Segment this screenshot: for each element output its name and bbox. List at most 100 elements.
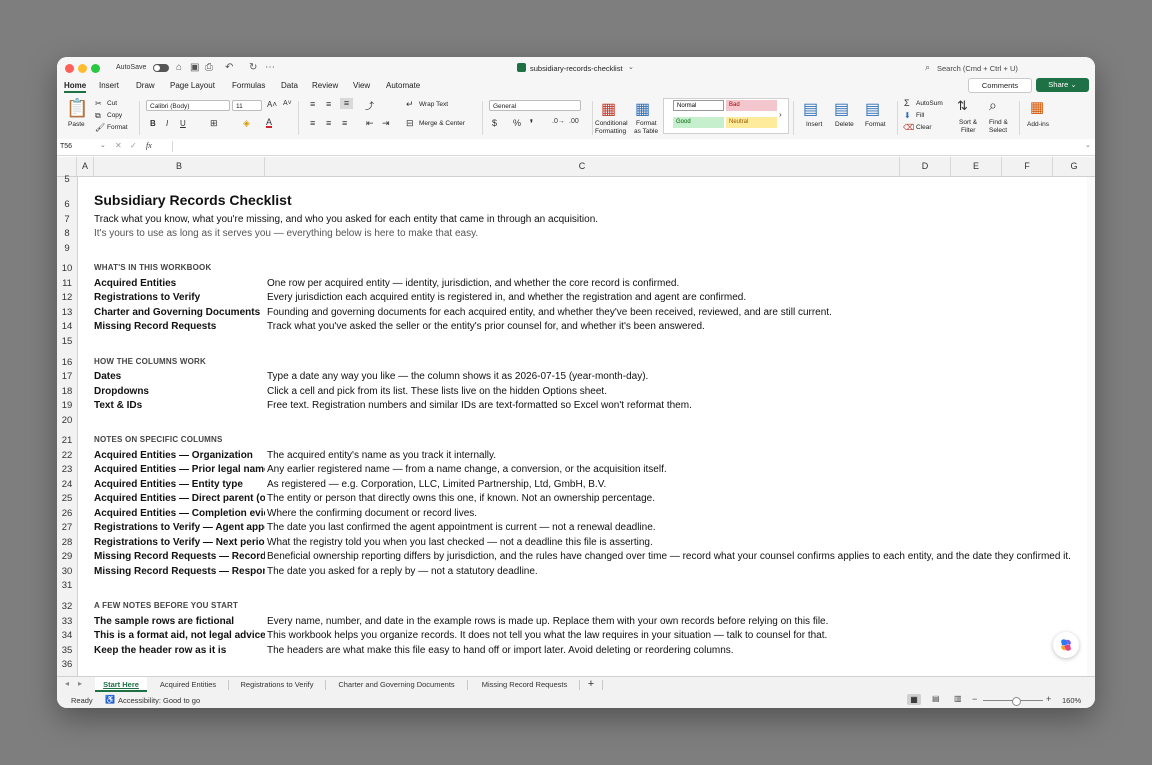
chevron-down-icon[interactable]: ⌄	[628, 63, 634, 71]
borders-icon[interactable]: ⊞	[210, 118, 218, 129]
tab-insert[interactable]: Insert	[99, 81, 119, 90]
row-label[interactable]: Charter and Governing Documents	[94, 307, 265, 318]
section-heading[interactable]: HOW THE COLUMNS WORK	[94, 357, 206, 366]
row-description[interactable]: Type a date any way you like — the colum…	[267, 371, 648, 382]
format-painter-icon[interactable]: 🖌	[95, 123, 105, 132]
clear-button[interactable]: Clear	[916, 124, 932, 131]
name-box[interactable]: T56	[60, 141, 104, 152]
page-break-view-icon[interactable]: ▥	[954, 694, 962, 703]
search-input[interactable]: Search (Cmd + Ctrl + U)	[937, 64, 1018, 73]
merge-center-icon[interactable]: ⊟	[406, 118, 414, 129]
row-label[interactable]: The sample rows are fictional	[94, 616, 265, 627]
increase-indent-icon[interactable]: ⇥	[382, 118, 390, 129]
row-header[interactable]: 28	[57, 537, 77, 548]
wrap-text-icon[interactable]: ↵	[406, 99, 414, 110]
font-color-icon[interactable]: A	[266, 118, 273, 128]
row-label[interactable]: Missing Record Requests	[94, 321, 265, 332]
row-label[interactable]: Registrations to Verify	[94, 292, 265, 303]
row-description[interactable]: The date you asked for a reply by — not …	[267, 566, 538, 577]
tab-draw[interactable]: Draw	[136, 81, 155, 90]
row-label[interactable]: Missing Record Requests — Response	[94, 566, 265, 577]
zoom-slider-handle[interactable]	[1012, 697, 1021, 706]
decrease-font-icon[interactable]: A˅	[283, 100, 292, 107]
tab-automate[interactable]: Automate	[386, 81, 420, 90]
sheet-tab-missing-records[interactable]: Missing Record Requests	[472, 677, 577, 692]
column-header-g[interactable]: G	[1053, 157, 1095, 176]
sheet-tab-registrations[interactable]: Registrations to Verify	[233, 677, 321, 692]
zoom-in-icon[interactable]: +	[1046, 694, 1051, 704]
more-icon[interactable]: ⋯	[265, 62, 275, 73]
row-header[interactable]: 19	[57, 400, 77, 411]
sort-filter-label[interactable]: Sort &	[959, 119, 977, 126]
align-center-icon[interactable]: ≡	[326, 118, 331, 128]
row-header[interactable]: 26	[57, 508, 77, 519]
sort-filter-label-2[interactable]: Filter	[961, 127, 975, 134]
row-header[interactable]: 9	[57, 243, 77, 254]
tab-home[interactable]: Home	[64, 81, 87, 93]
row-header[interactable]: 36	[57, 659, 77, 670]
autosum-icon[interactable]: Σ	[904, 98, 910, 108]
name-box-chevron-icon[interactable]: ⌄	[100, 141, 106, 149]
copy-icon[interactable]: ⧉	[95, 111, 101, 121]
chevron-right-icon[interactable]: ›	[779, 110, 782, 119]
home-icon[interactable]: ⌂	[176, 62, 182, 73]
row-header[interactable]: 10	[57, 263, 77, 274]
add-sheet-button[interactable]: +	[582, 677, 600, 692]
align-bottom-icon[interactable]: ≡	[340, 98, 353, 109]
row-header[interactable]: 18	[57, 386, 77, 397]
bold-icon[interactable]: B	[150, 119, 156, 128]
paste-button[interactable]: Paste	[68, 121, 85, 128]
row-label[interactable]: Keep the header row as it is	[94, 645, 265, 656]
row-description[interactable]: One row per acquired entity — identity, …	[267, 278, 679, 289]
function-icon[interactable]: fx	[146, 141, 152, 150]
conditional-formatting-icon[interactable]: ▦	[601, 99, 616, 119]
row-header[interactable]: 14	[57, 321, 77, 332]
row-label[interactable]: Acquired Entities — Organization	[94, 450, 265, 461]
delete-cells-icon[interactable]: ▤	[834, 99, 849, 119]
delete-cells-button[interactable]: Delete	[835, 121, 854, 128]
format-cells-button[interactable]: Format	[865, 121, 886, 128]
zoom-level[interactable]: 160%	[1062, 696, 1081, 705]
column-header-e[interactable]: E	[951, 157, 1002, 176]
intro-subtext[interactable]: It's yours to use as long as it serves y…	[94, 228, 478, 239]
row-header[interactable]: 7	[57, 214, 77, 225]
section-heading[interactable]: A FEW NOTES BEFORE YOU START	[94, 601, 238, 610]
tab-review[interactable]: Review	[312, 81, 338, 90]
row-header[interactable]: 21	[57, 435, 77, 446]
print-icon[interactable]: ⎙	[205, 62, 213, 73]
zoom-window-button[interactable]	[91, 64, 100, 73]
row-description[interactable]: Where the confirming document or record …	[267, 508, 477, 519]
style-neutral[interactable]: Neutral	[726, 117, 777, 128]
row-header[interactable]: 20	[57, 415, 77, 426]
row-header[interactable]: 17	[57, 371, 77, 382]
row-label[interactable]: This is a format aid, not legal advice	[94, 630, 265, 641]
row-label[interactable]: Dates	[94, 371, 265, 382]
save-icon[interactable]: ▣	[190, 62, 199, 73]
copy-button[interactable]: Copy	[107, 112, 122, 119]
row-header[interactable]: 33	[57, 616, 77, 627]
row-description[interactable]: The date you last confirmed the agent ap…	[267, 522, 656, 533]
row-header[interactable]: 34	[57, 630, 77, 641]
format-as-table-icon[interactable]: ▦	[635, 99, 650, 119]
vertical-scrollbar[interactable]	[1087, 177, 1095, 676]
clear-icon[interactable]: ⌫	[903, 123, 914, 132]
row-description[interactable]: Track what you've asked the seller or th…	[267, 321, 705, 332]
decrease-indent-icon[interactable]: ⇤	[366, 118, 374, 129]
row-header[interactable]: 23	[57, 464, 77, 475]
row-header[interactable]: 27	[57, 522, 77, 533]
comma-style-icon[interactable]: ❜	[530, 118, 533, 129]
fill-button[interactable]: Fill	[916, 112, 924, 119]
row-header[interactable]: 35	[57, 645, 77, 656]
font-name-select[interactable]: Calibri (Body)	[146, 100, 230, 111]
style-good[interactable]: Good	[673, 117, 724, 128]
increase-font-icon[interactable]: A˄	[267, 100, 277, 109]
row-description[interactable]: What the registry told you when you last…	[267, 537, 653, 548]
row-header[interactable]: 31	[57, 580, 77, 591]
row-label[interactable]: Acquired Entities — Completion evide	[94, 508, 265, 519]
tab-data[interactable]: Data	[281, 81, 298, 90]
align-top-icon[interactable]: ≡	[310, 99, 315, 109]
row-description[interactable]: Every jurisdiction each acquired entity …	[267, 292, 746, 303]
scroll-tabs-right-icon[interactable]: ▸	[78, 679, 82, 688]
row-header[interactable]: 16	[57, 357, 77, 368]
formula-input[interactable]	[172, 141, 1087, 152]
